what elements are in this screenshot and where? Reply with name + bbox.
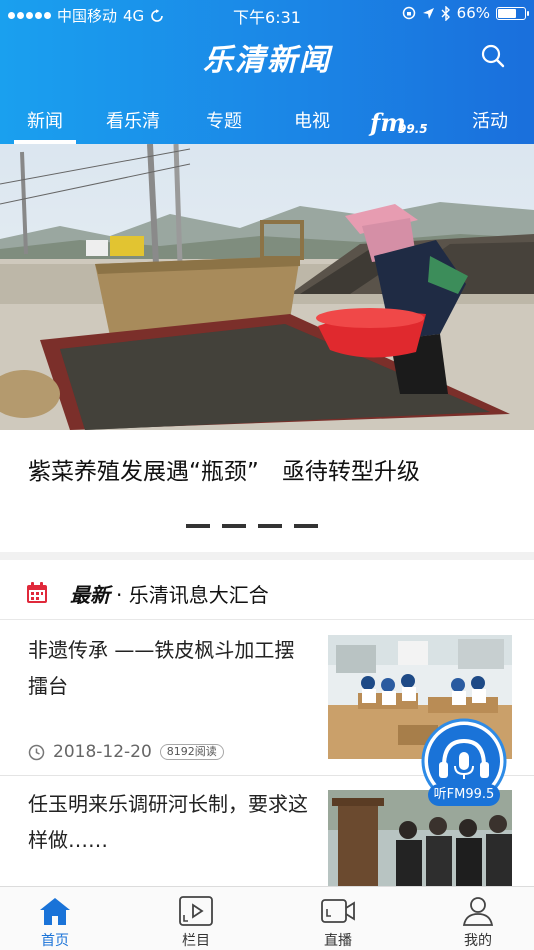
bluetooth-icon: [441, 5, 450, 21]
tab-activity[interactable]: 活动: [470, 104, 510, 144]
rotation-lock-icon: [402, 6, 415, 20]
section-divider: [0, 552, 534, 560]
home-icon: [40, 898, 70, 925]
tabbar-label: 首页: [41, 933, 69, 949]
section-title-sub: · 乐清讯息大汇合: [116, 583, 269, 607]
fm-logo-number: 99.5: [398, 122, 428, 136]
tabbar-label: 栏目: [182, 933, 210, 949]
carousel-dot[interactable]: [186, 524, 210, 528]
hero-image: [0, 144, 534, 430]
tab-special[interactable]: 专题: [204, 104, 244, 144]
read-count-badge: 8192阅读: [159, 744, 224, 760]
tabbar-profile[interactable]: 我的: [438, 887, 518, 950]
news-date: 2018-12-20: [53, 742, 152, 762]
tabbar-home[interactable]: 首页: [15, 887, 95, 950]
category-tabs: 新闻 看乐清 专题 电视 fm 99.5 活动: [0, 104, 534, 144]
latest-section-header: 最新 · 乐清讯息大汇合: [0, 568, 534, 618]
tab-kan-leqing[interactable]: 看乐清: [104, 104, 162, 144]
fm-radio-label[interactable]: 听FM99.5: [428, 784, 500, 806]
clock-icon: [28, 744, 45, 760]
battery-icon: [496, 6, 529, 20]
news-title[interactable]: 非遗传承 ——铁皮枫斗加工摆擂台: [28, 632, 313, 704]
battery-percent: 66%: [456, 4, 490, 22]
status-right: 66%: [402, 4, 529, 22]
search-icon[interactable]: [480, 43, 506, 69]
tab-fm995[interactable]: fm 99.5: [370, 108, 434, 140]
news-meta: 2018-12-20 8192阅读: [28, 742, 224, 762]
tabbar-live[interactable]: 直播: [298, 887, 378, 950]
header: 中国移动 4G 下午6:31 66% 乐清新闻 新闻 看乐清 专题 电视 fm …: [0, 0, 534, 144]
tab-tv[interactable]: 电视: [292, 104, 332, 144]
carousel-dot[interactable]: [294, 524, 318, 528]
location-icon: [422, 7, 434, 19]
hero-banner[interactable]: [0, 144, 534, 430]
status-bar: 中国移动 4G 下午6:31 66%: [0, 0, 534, 28]
tabbar-label: 直播: [324, 933, 352, 949]
news-title[interactable]: 任玉明来乐调研河长制，要求这样做……: [28, 786, 313, 858]
bottom-tab-bar: 首页 栏目 直播 我的: [0, 886, 534, 950]
tabbar-label: 我的: [464, 933, 492, 949]
section-title-strong: 最新: [70, 583, 110, 607]
tab-news[interactable]: 新闻: [14, 104, 76, 144]
calendar-icon: [27, 582, 47, 603]
app-title: 乐清新闻: [203, 43, 331, 78]
hero-title[interactable]: 紫菜养殖发展遇“瓶颈” 亟待转型升级: [28, 452, 420, 486]
carousel-dot[interactable]: [258, 524, 282, 528]
column-icon: [179, 896, 213, 926]
battery-fill: [498, 8, 517, 18]
profile-icon: [462, 897, 494, 926]
carousel-dot[interactable]: [222, 524, 246, 528]
tabbar-columns[interactable]: 栏目: [156, 887, 236, 950]
carousel-indicator: [186, 524, 318, 528]
app-screen: 中国移动 4G 下午6:31 66% 乐清新闻 新闻 看乐清 专题 电视 fm …: [0, 0, 534, 950]
live-icon: [321, 899, 355, 923]
